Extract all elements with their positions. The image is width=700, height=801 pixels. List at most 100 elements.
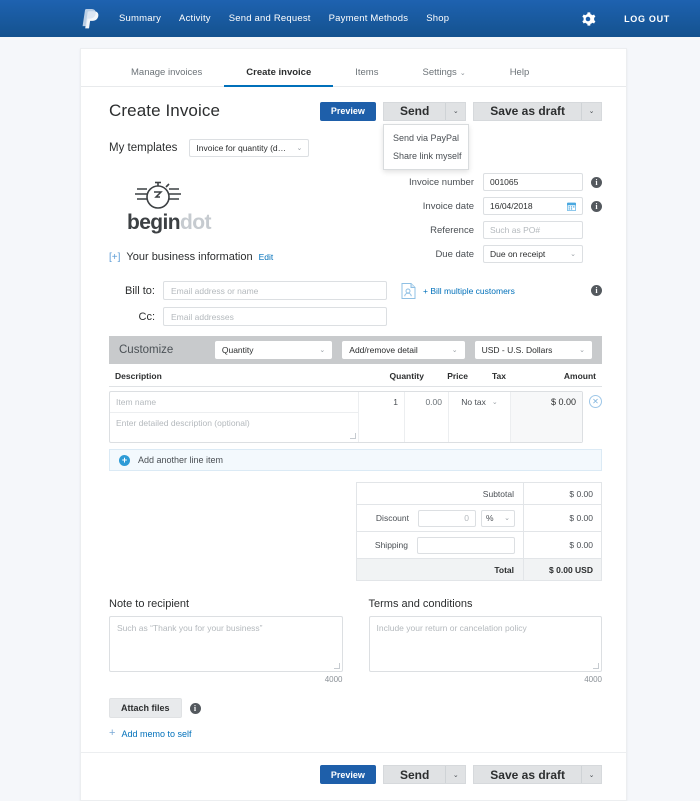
preview-button[interactable]: Preview [319, 101, 376, 121]
tab-settings[interactable]: Settings ⌄ [400, 62, 487, 87]
nav-link-send-and-request[interactable]: Send and Request [229, 13, 311, 24]
terms-and-conditions-textarea[interactable]: Include your return or cancelation polic… [368, 616, 602, 672]
send-button[interactable]: Send ⌄ [382, 101, 467, 121]
footer-save-as-draft-button[interactable]: Save as draft ⌄ [473, 765, 602, 784]
discount-value: 0 [464, 513, 469, 523]
footer-preview-button[interactable]: Preview [319, 765, 376, 784]
line-item-description-group: Item name Enter detailed description (op… [110, 392, 358, 442]
bill-to-input[interactable]: Email address or name [163, 281, 387, 300]
currency-select[interactable]: USD - U.S. Dollars ⌄ [474, 341, 592, 359]
info-icon[interactable]: i [591, 176, 602, 188]
footer-actions: Preview Send ⌄ Save as draft ⌄ [81, 753, 626, 800]
paypal-logo-icon[interactable] [82, 8, 99, 29]
terms-and-conditions-title: Terms and conditions [368, 598, 473, 610]
line-items-header: Description Quantity Price Tax Amount [109, 364, 602, 387]
business-information-row[interactable]: [+] Your business information Edit [109, 233, 409, 263]
menu-item-send-via-paypal[interactable]: Send via PayPal [384, 129, 468, 147]
invoice-date-label: Invoice date [422, 200, 474, 212]
my-templates-label: My templates [109, 142, 178, 154]
bill-multiple-customers-link[interactable]: + Bill multiple customers [423, 286, 515, 296]
nav-right-group: LOG OUT [580, 11, 670, 27]
add-remove-detail-select[interactable]: Add/remove detail ⌄ [342, 341, 465, 359]
reference-placeholder: Such as PO# [490, 225, 541, 235]
nav-link-activity[interactable]: Activity [179, 13, 211, 24]
nav-link-summary[interactable]: Summary [119, 13, 161, 24]
invoice-date-input[interactable]: 16/04/2018 [483, 197, 583, 215]
top-navigation-bar: Summary Activity Send and Request Paymen… [0, 0, 700, 37]
table-row: Item name Enter detailed description (op… [109, 391, 602, 443]
invoice-number-input[interactable]: 001065 [483, 173, 583, 191]
bill-to-label: Bill to: [125, 284, 155, 297]
discount-unit-select[interactable]: % ⌄ [481, 509, 515, 527]
discount-input[interactable]: 0 [418, 509, 476, 527]
bill-to-row: Bill to: Email address or name + Bill mu… [109, 281, 602, 300]
info-icon[interactable]: i [591, 285, 602, 296]
subtotal-row: Subtotal $ 0.00 [357, 483, 601, 505]
stopwatch-icon [135, 181, 181, 209]
send-button-label: Send [399, 104, 430, 118]
note-to-recipient-textarea[interactable]: Such as “Thank you for your business” [109, 616, 343, 672]
tab-label: Items [355, 67, 379, 78]
add-memo-to-self-link[interactable]: Add memo to self [121, 729, 191, 739]
menu-item-share-link-myself[interactable]: Share link myself [384, 147, 468, 165]
chevron-down-icon[interactable]: ⌄ [581, 102, 601, 120]
tab-manage-invoices[interactable]: Manage invoices [109, 62, 224, 87]
delete-line-item-icon[interactable]: ✕ [589, 395, 602, 408]
nav-link-shop[interactable]: Shop [426, 13, 449, 24]
reference-input[interactable]: Such as PO# [483, 221, 583, 239]
bill-multiple-customers-icon[interactable] [401, 282, 416, 300]
footer-send-label: Send [399, 767, 430, 782]
item-description-textarea[interactable]: Enter detailed description (optional) [110, 413, 358, 441]
business-logo[interactable]: begindot [109, 169, 409, 233]
calendar-icon [567, 202, 576, 211]
resize-handle-icon[interactable] [333, 663, 340, 669]
item-price-input[interactable]: 0.00 [404, 392, 448, 442]
tab-label: Help [509, 67, 530, 78]
page-body: Manage invoices Create invoice Items Set… [0, 37, 700, 801]
due-date-label: Due date [435, 248, 474, 260]
shipping-controls [417, 536, 523, 554]
templates-row: My templates Invoice for quantity (defau… [81, 131, 626, 161]
chevron-down-icon[interactable]: ⌄ [445, 102, 465, 120]
cc-input[interactable]: Email addresses [163, 307, 387, 326]
item-description-placeholder: Enter detailed description (optional) [116, 418, 250, 428]
nav-links: Summary Activity Send and Request Paymen… [119, 13, 449, 24]
customize-label: Customize [119, 344, 174, 356]
edit-business-information-link[interactable]: Edit [259, 252, 274, 262]
column-header-amount: Amount [563, 371, 596, 381]
total-label: Total [494, 564, 514, 575]
save-as-draft-label: Save as draft [490, 104, 565, 118]
chevron-down-icon: ⌄ [504, 515, 510, 522]
resize-handle-icon[interactable] [593, 663, 599, 669]
due-date-select[interactable]: Due on receipt ⌄ [483, 245, 583, 263]
add-memo-row[interactable]: + Add memo to self [109, 728, 602, 739]
chevron-down-icon[interactable]: ⌄ [445, 766, 465, 783]
note-character-counter: 4000 [324, 675, 343, 684]
item-quantity-input[interactable]: 1 [358, 392, 404, 442]
quantity-type-select[interactable]: Quantity ⌄ [214, 341, 333, 359]
discount-controls: 0 % ⌄ [418, 509, 523, 527]
tab-items[interactable]: Items [333, 62, 400, 87]
attach-files-button[interactable]: Attach files [109, 698, 182, 718]
business-information-label: Your business information [126, 251, 253, 263]
total-row: Total $ 0.00 USD [357, 559, 601, 581]
due-date-value: Due on receipt [490, 249, 546, 259]
add-another-line-item-label: Add another line item [138, 455, 224, 465]
gear-icon[interactable] [580, 11, 596, 27]
info-icon[interactable]: i [189, 702, 201, 714]
template-select[interactable]: Invoice for quantity (default) ⌄ [189, 139, 310, 157]
resize-handle-icon[interactable] [350, 433, 356, 439]
add-another-line-item-button[interactable]: + Add another line item [109, 449, 602, 471]
tab-create-invoice[interactable]: Create invoice [224, 62, 334, 87]
item-name-input[interactable]: Item name [110, 392, 358, 413]
nav-link-payment-methods[interactable]: Payment Methods [329, 13, 409, 24]
logout-button[interactable]: LOG OUT [624, 14, 670, 24]
item-tax-select[interactable]: No tax ⌄ [448, 392, 510, 442]
save-as-draft-button[interactable]: Save as draft ⌄ [473, 101, 602, 121]
shipping-input[interactable] [417, 536, 515, 554]
chevron-down-icon[interactable]: ⌄ [581, 766, 601, 783]
column-header-quantity: Quantity [389, 371, 424, 381]
footer-send-button[interactable]: Send ⌄ [382, 765, 467, 784]
info-icon[interactable]: i [591, 200, 602, 212]
tab-help[interactable]: Help [488, 62, 552, 87]
